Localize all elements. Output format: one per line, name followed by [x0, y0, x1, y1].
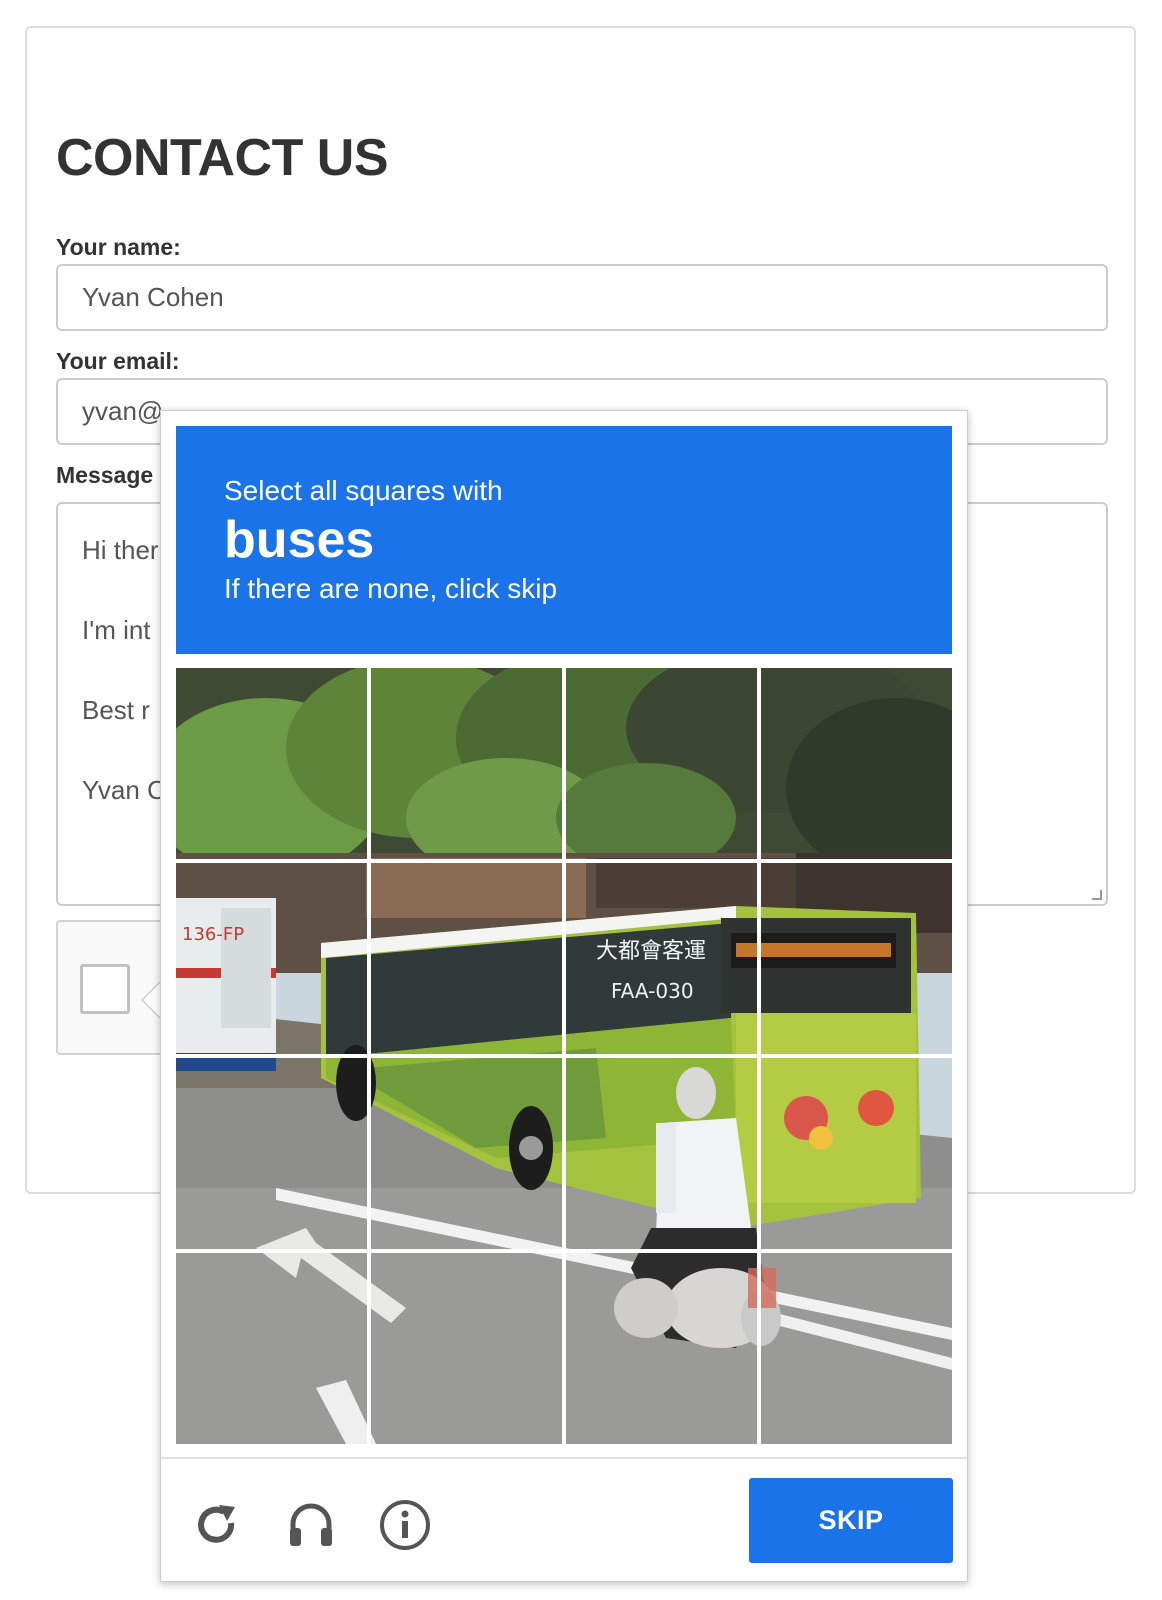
audio-headphones-icon[interactable] [283, 1497, 339, 1553]
street-scene-image: 136-FP 大都會客運 FAA-030 [566, 1058, 757, 1249]
street-scene-image: 136-FP 大都會客運 FAA-030 [371, 863, 562, 1054]
footer-divider [161, 1457, 967, 1459]
street-scene-image: 136-FP 大都會客運 FAA-030 [371, 1253, 562, 1444]
skip-button[interactable]: SKIP [749, 1478, 953, 1563]
image-tile[interactable]: 136-FP 大都會客運 FAA-030 [761, 1253, 952, 1444]
street-scene-image: 136-FP 大都會客運 FAA-030 [176, 1058, 367, 1249]
prompt-target: buses [224, 511, 375, 569]
street-scene-image: 136-FP 大都會客運 FAA-030 [761, 668, 952, 859]
prompt-intro: Select all squares with [224, 475, 503, 506]
image-tile[interactable]: 136-FP 大都會客運 FAA-030 [566, 863, 757, 1054]
image-tile[interactable]: 136-FP 大都會客運 FAA-030 [761, 863, 952, 1054]
image-tile[interactable]: 136-FP 大都會客運 FAA-030 [566, 668, 757, 859]
image-tile[interactable]: 136-FP 大都會客運 FAA-030 [371, 863, 562, 1054]
page-title: CONTACT US [56, 129, 389, 187]
street-scene-image: 136-FP 大都會客運 FAA-030 [176, 668, 367, 859]
recaptcha-checkbox[interactable] [80, 964, 130, 1014]
street-scene-image: 136-FP 大都會客運 FAA-030 [566, 668, 757, 859]
name-input[interactable]: Yvan Cohen [56, 264, 1108, 331]
image-tile[interactable]: 136-FP 大都會客運 FAA-030 [371, 1058, 562, 1249]
info-icon[interactable] [377, 1497, 433, 1553]
image-tile[interactable]: 136-FP 大都會客運 FAA-030 [761, 1058, 952, 1249]
image-tile-grid: 136-FP 大都會客運 FAA-030 [176, 668, 952, 1444]
image-tile[interactable]: 136-FP 大都會客運 FAA-030 [371, 668, 562, 859]
image-tile[interactable]: 136-FP 大都會客運 FAA-030 [371, 1253, 562, 1444]
street-scene-image: 136-FP 大都會客運 FAA-030 [371, 1058, 562, 1249]
street-scene-image: 136-FP 大都會客運 FAA-030 [371, 668, 562, 859]
street-scene-image: 136-FP 大都會客運 FAA-030 [566, 1253, 757, 1444]
street-scene-image: 136-FP 大都會客運 FAA-030 [176, 863, 367, 1054]
image-tile[interactable]: 136-FP 大都會客運 FAA-030 [176, 863, 367, 1054]
street-scene-image: 136-FP 大都會客運 FAA-030 [761, 863, 952, 1054]
image-tile[interactable]: 136-FP 大都會客運 FAA-030 [176, 1253, 367, 1444]
captcha-challenge-dialog: Select all squares with buses If there a… [160, 410, 968, 1582]
name-input-value: Yvan Cohen [82, 282, 224, 312]
bus-plate-text: FAA-030 [611, 979, 694, 1003]
image-tile[interactable]: 136-FP 大都會客運 FAA-030 [176, 1058, 367, 1249]
reload-icon[interactable] [189, 1497, 245, 1553]
bus-name-text: 大都會客運 [596, 939, 706, 964]
challenge-prompt: Select all squares with buses If there a… [176, 426, 952, 654]
street-scene-image: 136-FP 大都會客運 FAA-030 [176, 1253, 367, 1444]
street-scene-image: 136-FP 大都會客運 FAA-030 [761, 1058, 952, 1249]
name-label: Your name: [56, 234, 181, 260]
challenge-pointer [141, 980, 161, 1020]
prompt-instruction: If there are none, click skip [224, 573, 558, 604]
left-bus-plate-text: 136-FP [182, 924, 244, 945]
image-tile[interactable]: 136-FP 大都會客運 FAA-030 [566, 1058, 757, 1249]
image-tile[interactable]: 136-FP 大都會客運 FAA-030 [761, 668, 952, 859]
street-scene-image: 136-FP 大都會客運 FAA-030 [566, 863, 757, 1054]
email-input-value: yvan@ [82, 396, 164, 426]
image-tile[interactable]: 136-FP 大都會客運 FAA-030 [176, 668, 367, 859]
email-label: Your email: [56, 348, 180, 374]
message-label: Message [56, 462, 154, 488]
resize-grip-icon[interactable] [1092, 890, 1102, 900]
image-tile[interactable]: 136-FP 大都會客運 FAA-030 [566, 1253, 757, 1444]
street-scene-image: 136-FP 大都會客運 FAA-030 [761, 1253, 952, 1444]
